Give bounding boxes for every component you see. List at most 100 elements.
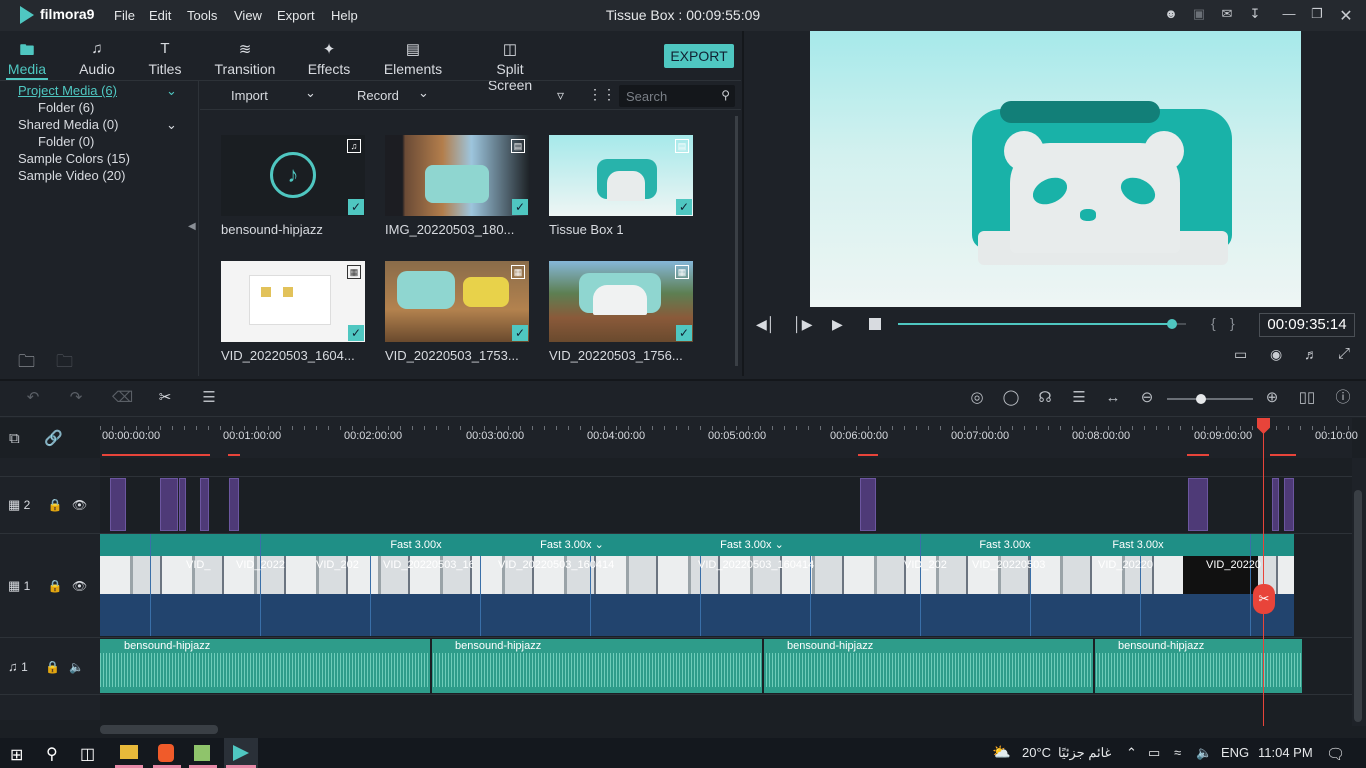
overlay-clip[interactable] (1284, 478, 1294, 531)
tree-project-media[interactable]: Project Media (6) (18, 83, 117, 98)
system-clock[interactable]: 11:04 PM (1258, 745, 1313, 760)
tree-shared-media[interactable]: Shared Media (0) (18, 117, 118, 132)
undo-icon[interactable]: ↶ (24, 389, 42, 407)
overlay-clip[interactable] (160, 478, 178, 531)
battery-icon[interactable]: ▭ (1148, 745, 1160, 761)
search-icon[interactable]: ⚲ (46, 744, 58, 764)
cut-scissors-icon[interactable]: ✂ (156, 389, 174, 407)
speaker-icon[interactable]: 🔈 (1196, 745, 1212, 761)
weather-temperature[interactable]: 20°C (1022, 745, 1051, 760)
tab-audio[interactable]: ♫ Audio (72, 40, 122, 77)
help-icon[interactable]: ⓘ (1334, 389, 1352, 407)
windows-start-icon[interactable]: ⊞ (10, 745, 23, 765)
play-icon[interactable]: ▶ (832, 316, 843, 333)
eye-icon[interactable]: 👁 (72, 498, 87, 512)
snapshot-camera-icon[interactable]: ◉ (1270, 346, 1282, 363)
notification-icon[interactable]: 🗨 (1326, 745, 1345, 763)
overlay-clip[interactable] (1272, 478, 1279, 531)
layout-toggle-icon[interactable]: ▯▯ (1298, 389, 1316, 407)
chevron-down-icon[interactable]: ⌄ (166, 83, 177, 99)
new-folder-icon[interactable]: 🗀 (18, 349, 35, 378)
fit-timeline-icon[interactable]: ↔ (1104, 389, 1122, 407)
media-thumb-video[interactable]: ▦ ✓ (549, 261, 693, 342)
playhead-line[interactable] (1263, 418, 1264, 726)
chevron-up-icon[interactable]: ⌃ (1126, 745, 1137, 761)
weather-description[interactable]: غائم جزئيًا (1058, 745, 1111, 761)
notepad-icon[interactable] (194, 745, 210, 761)
overlay-clip[interactable] (1188, 478, 1208, 531)
split-scissors-icon[interactable]: ✂ (1253, 584, 1275, 614)
zoom-slider-handle[interactable] (1196, 394, 1206, 404)
eye-icon[interactable]: 👁 (72, 579, 87, 593)
media-thumb-image[interactable]: ▤ ✓ (385, 135, 529, 216)
media-scrollbar[interactable] (735, 116, 738, 366)
download-icon[interactable]: ↧ (1246, 6, 1264, 24)
tree-sample-colors[interactable]: Sample Colors (15) (18, 151, 130, 166)
speed-badge[interactable]: Fast 3.00x ⌄ (474, 534, 670, 556)
collapse-panel-icon[interactable]: ◀ (188, 221, 196, 232)
brave-browser-icon[interactable] (158, 744, 174, 762)
media-thumb-audio[interactable]: ♪ ♫ ✓ (221, 135, 365, 216)
add-track-icon[interactable]: ⧉ (9, 430, 20, 447)
search-icon[interactable]: ⚲ (721, 88, 730, 102)
chevron-down-icon[interactable]: ⌄ (166, 117, 177, 133)
chevron-down-icon[interactable]: ⌄ (418, 85, 429, 101)
tree-folder-project[interactable]: Folder (6) (38, 100, 94, 115)
speed-badge[interactable]: Fast 3.00x ⌄ (672, 534, 832, 556)
overlay-clip[interactable] (860, 478, 876, 531)
render-icon[interactable]: ◎ (968, 389, 986, 407)
speed-badge[interactable]: Fast 3.00x (360, 534, 472, 556)
account-icon[interactable]: ☻ (1162, 6, 1180, 24)
tab-effects[interactable]: ✦ Effects (304, 40, 354, 77)
horizontal-scrollbar-thumb[interactable] (100, 725, 218, 734)
mail-icon[interactable]: ✉ (1218, 6, 1236, 24)
next-frame-icon[interactable]: │▶ (793, 316, 813, 333)
volume-icon[interactable]: ♬ (1304, 346, 1318, 362)
maximize-icon[interactable]: ❐ (1308, 6, 1326, 24)
lock-icon[interactable]: 🔒 (45, 660, 60, 674)
preview-video[interactable] (810, 31, 1301, 307)
speaker-icon[interactable]: 🔈 (69, 660, 84, 674)
chevron-down-icon[interactable]: ⌄ (595, 539, 604, 551)
speed-badge[interactable]: Fast 3.00x (955, 534, 1055, 556)
zoom-slider-track[interactable] (1167, 398, 1253, 400)
save-icon[interactable]: ▣ (1190, 6, 1208, 24)
overlay-clip[interactable] (179, 478, 186, 531)
lock-icon[interactable]: 🔒 (48, 498, 63, 512)
preview-progress-track[interactable] (898, 323, 1186, 325)
marker-icon[interactable]: ◯ (1002, 389, 1020, 407)
media-thumb-video[interactable]: ▦ ✓ (221, 261, 365, 342)
wifi-icon[interactable]: ≈ (1174, 745, 1181, 760)
adjust-settings-icon[interactable]: ☰ (200, 389, 218, 407)
overlay-clip[interactable] (229, 478, 239, 531)
tab-titles[interactable]: T Titles (142, 40, 188, 77)
tab-transition[interactable]: ≋ Transition (212, 40, 278, 77)
link-icon[interactable]: 🔗 (44, 429, 63, 447)
tree-folder-shared[interactable]: Folder (0) (38, 134, 94, 149)
media-thumb-video[interactable]: ▦ ✓ (385, 261, 529, 342)
lock-icon[interactable]: 🔒 (48, 579, 63, 593)
media-thumb-image[interactable]: ▤ ✓ (549, 135, 693, 216)
zoom-in-icon[interactable]: ⊕ (1263, 389, 1281, 407)
render-preview-icon[interactable]: ▭ (1234, 346, 1247, 363)
delete-icon[interactable]: ⌫ (112, 389, 133, 407)
file-explorer-icon[interactable] (120, 745, 138, 759)
delete-folder-icon[interactable]: 🗀 (56, 349, 73, 378)
microphone-icon[interactable]: ☊ (1036, 389, 1054, 407)
fullscreen-icon[interactable]: ⤢ (1338, 345, 1350, 362)
mark-out-icon[interactable]: } (1230, 315, 1235, 331)
speed-badge[interactable]: Fast 3.00x (1088, 534, 1188, 556)
redo-icon[interactable]: ↷ (67, 389, 85, 407)
record-dropdown[interactable]: Record (357, 88, 399, 103)
overlay-clip[interactable] (110, 478, 126, 531)
search-input[interactable]: Search ⚲ (619, 85, 735, 107)
task-view-icon[interactable]: ◫ (80, 744, 95, 764)
voiceover-list-icon[interactable]: ☰ (1070, 389, 1088, 407)
tab-elements[interactable]: ▤ Elements (382, 40, 444, 77)
language-indicator[interactable]: ENG (1221, 745, 1249, 760)
chevron-down-icon[interactable]: ⌄ (305, 85, 316, 101)
export-button[interactable]: EXPORT (664, 44, 734, 68)
tab-media[interactable]: 🖿 Media (4, 40, 50, 77)
filter-icon[interactable]: ▿ (557, 87, 564, 104)
mark-in-icon[interactable]: { (1211, 315, 1216, 331)
